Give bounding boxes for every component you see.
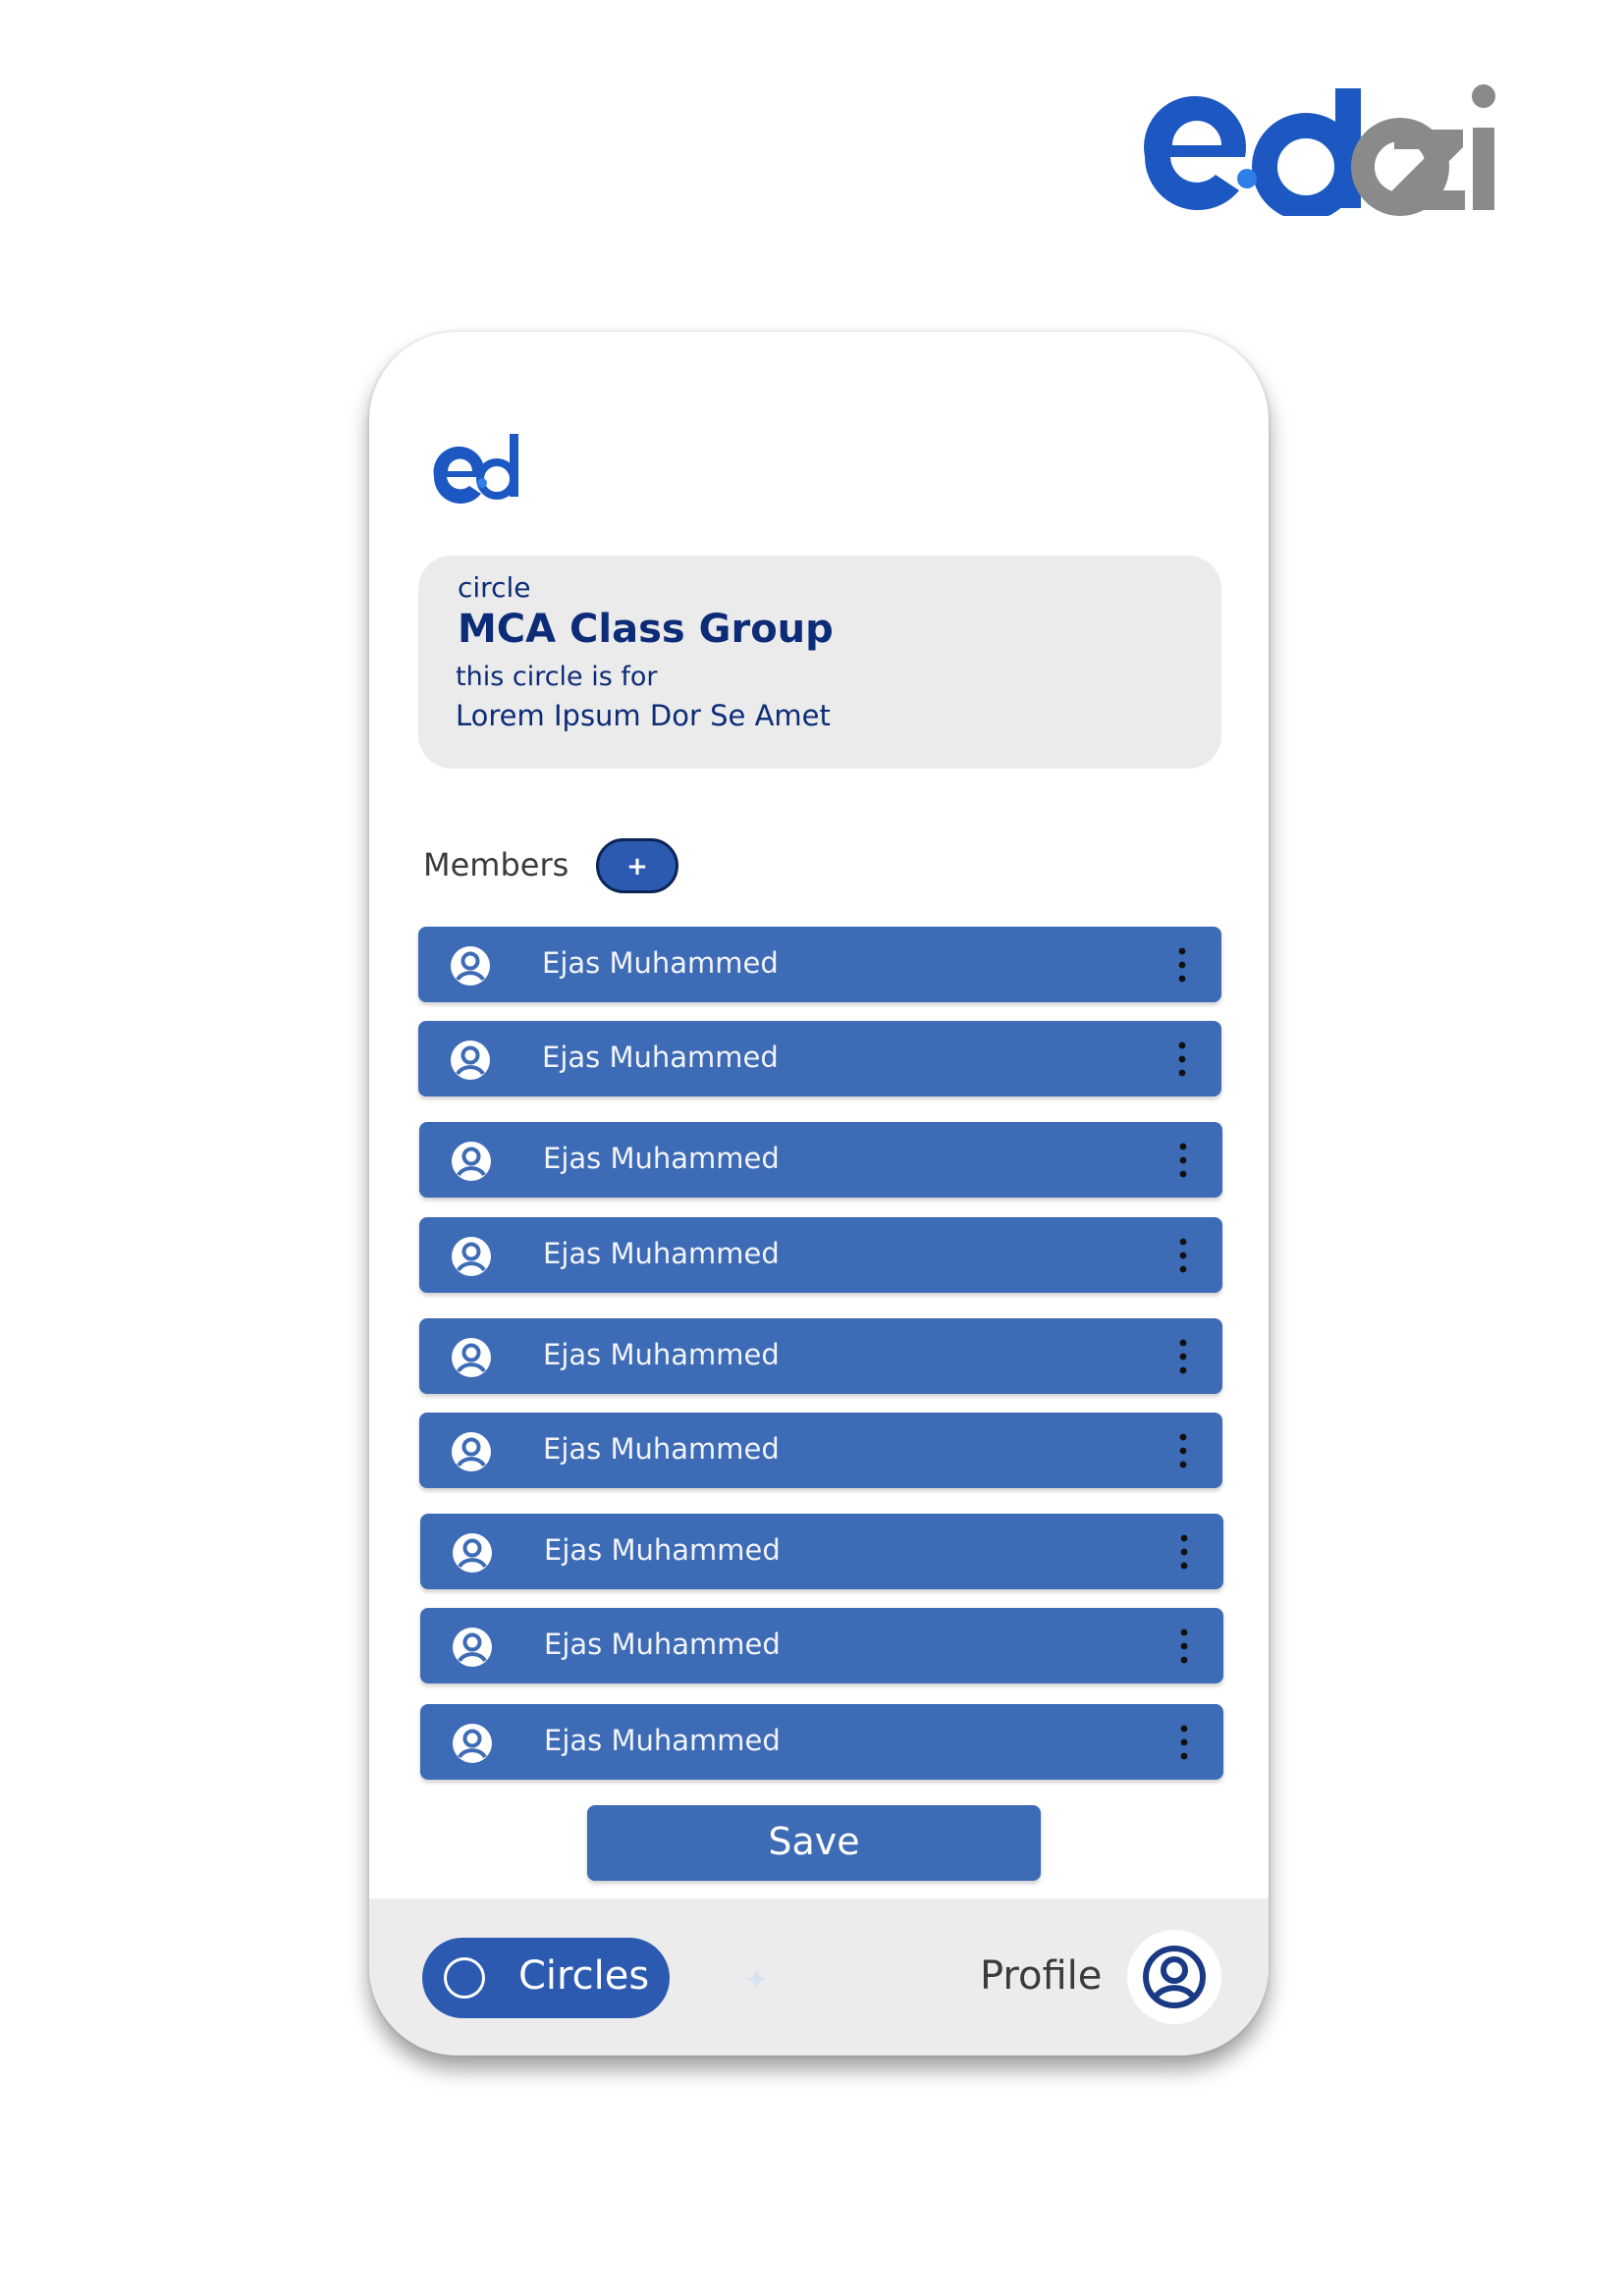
member-row[interactable]: Ejas Muhammed xyxy=(418,1021,1221,1096)
member-name: Ejas Muhammed xyxy=(543,1142,780,1175)
member-row[interactable]: Ejas Muhammed xyxy=(420,1704,1223,1780)
user-icon xyxy=(452,1142,491,1181)
tab-profile-label[interactable]: Profile xyxy=(980,1953,1102,1999)
member-row[interactable]: Ejas Muhammed xyxy=(419,1413,1222,1488)
more-vertical-icon[interactable] xyxy=(1178,946,1186,984)
user-icon xyxy=(453,1724,492,1763)
tab-circles[interactable]: Circles xyxy=(422,1938,670,2018)
brand-logo: eddzi xyxy=(1139,69,1512,221)
brand-logo-mark xyxy=(1144,84,1495,221)
sparkle-icon: ✦ xyxy=(744,1963,770,1998)
user-icon xyxy=(452,1338,491,1377)
user-icon xyxy=(453,1533,492,1573)
member-row[interactable]: Ejas Muhammed xyxy=(420,1514,1223,1589)
user-icon xyxy=(452,1432,491,1471)
circle-tag: circle xyxy=(458,571,531,604)
member-name: Ejas Muhammed xyxy=(543,1432,780,1466)
member-row[interactable]: Ejas Muhammed xyxy=(418,927,1221,1002)
user-icon xyxy=(451,1041,490,1080)
circle-description: Lorem Ipsum Dor Se Amet xyxy=(456,699,831,732)
more-vertical-icon[interactable] xyxy=(1180,1628,1188,1665)
user-icon xyxy=(1143,1946,1206,2008)
member-name: Ejas Muhammed xyxy=(542,1041,779,1074)
member-row[interactable]: Ejas Muhammed xyxy=(419,1217,1222,1293)
member-name: Ejas Muhammed xyxy=(544,1724,781,1757)
app-logo: ed xyxy=(432,426,530,505)
member-name: Ejas Muhammed xyxy=(544,1628,781,1661)
user-icon xyxy=(453,1628,492,1667)
phone-frame: ed circle MCA Class Group this circle is… xyxy=(369,332,1269,2056)
more-vertical-icon[interactable] xyxy=(1178,1041,1186,1078)
member-name: Ejas Muhammed xyxy=(542,946,779,980)
user-icon xyxy=(451,946,490,986)
circle-icon xyxy=(444,1957,485,1999)
more-vertical-icon[interactable] xyxy=(1179,1432,1187,1469)
more-vertical-icon[interactable] xyxy=(1180,1533,1188,1571)
members-label: Members xyxy=(423,846,569,883)
user-icon xyxy=(452,1237,491,1276)
member-row[interactable]: Ejas Muhammed xyxy=(419,1318,1222,1394)
member-name: Ejas Muhammed xyxy=(543,1237,780,1270)
more-vertical-icon[interactable] xyxy=(1179,1237,1187,1274)
save-button[interactable]: Save xyxy=(587,1805,1041,1881)
member-row[interactable]: Ejas Muhammed xyxy=(419,1122,1222,1198)
more-vertical-icon[interactable] xyxy=(1179,1338,1187,1375)
circle-name: MCA Class Group xyxy=(458,607,834,652)
more-vertical-icon[interactable] xyxy=(1180,1724,1188,1761)
circle-info-card: circle MCA Class Group this circle is fo… xyxy=(418,556,1221,769)
add-member-button[interactable]: + xyxy=(596,838,678,893)
member-row[interactable]: Ejas Muhammed xyxy=(420,1608,1223,1683)
circle-description-label: this circle is for xyxy=(456,662,658,692)
profile-avatar[interactable] xyxy=(1127,1930,1221,2024)
member-name: Ejas Muhammed xyxy=(543,1338,780,1371)
tab-circles-label: Circles xyxy=(518,1953,650,1999)
member-name: Ejas Muhammed xyxy=(544,1533,781,1567)
more-vertical-icon[interactable] xyxy=(1179,1142,1187,1179)
bottom-nav: Circles ✦ Profile xyxy=(369,1898,1269,2056)
